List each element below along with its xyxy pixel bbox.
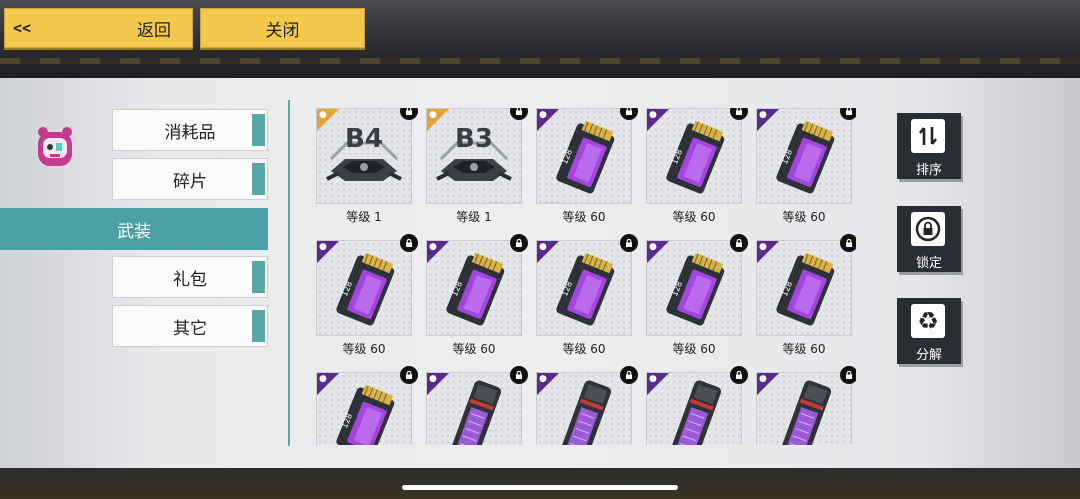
bottom-bar: [0, 468, 1080, 499]
rarity-badge: ●: [537, 109, 559, 131]
item-level: 等级 60: [562, 210, 606, 224]
item-art-text: B3: [455, 124, 493, 154]
category-others[interactable]: 其它: [112, 305, 268, 347]
item-card[interactable]: 128 ●: [756, 234, 856, 336]
item-card[interactable]: ●: [426, 366, 528, 445]
category-label: 武装: [117, 221, 151, 242]
back-arrows: <<: [13, 19, 32, 37]
lock-status-icon[interactable]: [620, 366, 638, 384]
sort-icon: [911, 119, 945, 153]
rarity-badge: ●: [757, 373, 779, 395]
item-grid: B4 ● 等级 1 B3 ● 等级 1 128 ● 等级 60 128 ● 等级 60 128 ● 等级 6…: [316, 108, 856, 445]
item-level: 等级 60: [672, 342, 716, 356]
sort-label: 排序: [915, 163, 942, 178]
sort-button[interactable]: 排序: [897, 113, 961, 179]
category-tab-marker: [252, 261, 265, 293]
item-card[interactable]: 128 ●: [756, 108, 856, 204]
rarity-badge: ●: [537, 373, 559, 395]
recycle-icon: ♻: [911, 304, 945, 338]
category-label: 礼包: [173, 269, 207, 290]
item-art-text: B4: [345, 124, 383, 154]
item-card[interactable]: B3 ●: [426, 108, 528, 204]
item-level: 等级 60: [342, 342, 386, 356]
item-card[interactable]: 128 ●: [536, 234, 638, 336]
lock-status-icon[interactable]: [510, 366, 528, 384]
category-gift-packs[interactable]: 礼包: [112, 256, 268, 298]
item-card[interactable]: 128 ●: [426, 234, 528, 336]
item-level: 等级 60: [452, 342, 496, 356]
mascot-icon: [38, 127, 72, 166]
rarity-badge: ●: [427, 109, 449, 131]
lock-status-icon[interactable]: [730, 108, 748, 120]
category-consumables[interactable]: 消耗品: [112, 109, 268, 151]
dismantle-label: 分解: [915, 348, 942, 363]
lock-status-icon[interactable]: [620, 234, 638, 252]
category-tab-marker: [252, 310, 265, 342]
item-level: 等级 1: [456, 210, 492, 224]
item-card[interactable]: 128 ●: [316, 366, 418, 445]
item-level: 等级 1: [346, 210, 382, 224]
lock-status-icon[interactable]: [840, 234, 856, 252]
category-tab-marker: [252, 114, 265, 146]
category-label: 消耗品: [164, 122, 216, 143]
top-stripe: [0, 58, 1080, 64]
rarity-badge: ●: [427, 241, 449, 263]
item-card[interactable]: B4 ●: [316, 108, 418, 204]
dismantle-button[interactable]: ♻ 分解: [897, 298, 961, 364]
lock-status-icon[interactable]: [510, 234, 528, 252]
close-label: 关闭: [265, 20, 300, 41]
rarity-badge: ●: [757, 241, 779, 263]
item-card[interactable]: ●: [536, 366, 638, 445]
lock-label: 锁定: [915, 256, 942, 271]
item-card[interactable]: ●: [756, 366, 856, 445]
rarity-badge: ●: [317, 109, 339, 131]
item-card[interactable]: 128 ●: [646, 108, 748, 204]
item-card[interactable]: ●: [646, 366, 748, 445]
rarity-badge: ●: [317, 373, 339, 395]
close-button[interactable]: 关闭: [200, 8, 365, 48]
category-armament[interactable]: 武装: [0, 208, 268, 250]
rarity-badge: ●: [647, 373, 669, 395]
item-card[interactable]: 128 ●: [316, 234, 418, 336]
panel-divider: [288, 100, 290, 446]
back-button[interactable]: << 返回: [4, 8, 193, 48]
rarity-badge: ●: [427, 373, 449, 395]
rarity-badge: ●: [647, 241, 669, 263]
rarity-badge: ●: [317, 241, 339, 263]
lock-icon: [911, 212, 945, 246]
home-indicator[interactable]: [402, 485, 678, 490]
rarity-badge: ●: [647, 109, 669, 131]
item-level: 等级 60: [782, 342, 826, 356]
category-tab-marker: [252, 163, 265, 195]
item-level: 等级 60: [672, 210, 716, 224]
back-label: 返回: [137, 20, 171, 41]
item-card[interactable]: 128 ●: [646, 234, 748, 336]
item-level: 等级 60: [562, 342, 606, 356]
item-level: 等级 60: [782, 210, 826, 224]
lock-status-icon[interactable]: [840, 366, 856, 384]
rarity-badge: ●: [757, 109, 779, 131]
lock-status-icon[interactable]: [620, 108, 638, 120]
lock-status-icon[interactable]: [730, 366, 748, 384]
lock-status-icon[interactable]: [400, 366, 418, 384]
lock-status-icon[interactable]: [730, 234, 748, 252]
category-label: 碎片: [173, 171, 207, 192]
rarity-badge: ●: [537, 241, 559, 263]
lock-status-icon[interactable]: [510, 108, 528, 120]
lock-status-icon[interactable]: [400, 108, 418, 120]
lock-button[interactable]: 锁定: [897, 206, 961, 272]
item-card[interactable]: 128 ●: [536, 108, 638, 204]
category-label: 其它: [173, 318, 207, 339]
category-fragments[interactable]: 碎片: [112, 158, 268, 200]
lock-status-icon[interactable]: [400, 234, 418, 252]
